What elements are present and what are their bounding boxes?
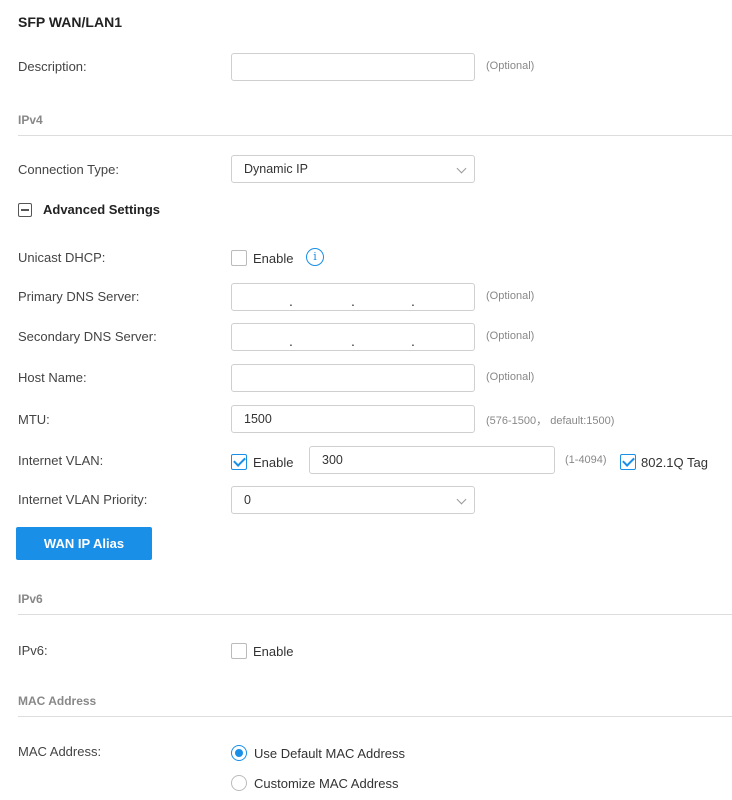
internet-vlan-label: Internet VLAN: [18,453,104,468]
advanced-settings-toggle[interactable]: Advanced Settings [43,202,160,217]
minus-square-icon[interactable] [18,203,32,217]
dot1q-tag-label: 802.1Q Tag [641,455,708,470]
ip-dot: . [351,293,355,309]
primary-dns-label: Primary DNS Server: [18,289,140,304]
ipv6-heading: IPv6 [18,592,43,606]
internet-vlan-enable-label: Enable [253,455,294,470]
host-name-input[interactable] [231,364,475,392]
mac-heading: MAC Address [18,694,97,708]
unicast-dhcp-label: Unicast DHCP: [18,250,106,265]
mtu-label: MTU: [18,412,50,427]
unicast-dhcp-checkbox[interactable] [231,250,247,266]
internet-vlan-checkbox[interactable] [231,454,247,470]
mac-default-radio[interactable] [231,745,247,761]
mac-default-label: Use Default MAC Address [254,746,406,761]
mac-divider [18,716,732,717]
ip-dot: . [289,293,293,309]
mtu-input[interactable]: 1500 [231,405,475,433]
internet-vlan-range-hint: (1-4094) [565,454,607,466]
primary-dns-hint: (Optional) [486,290,535,302]
vlan-priority-label: Internet VLAN Priority: [18,492,148,507]
ipv6-enable-checkbox[interactable] [231,643,247,659]
secondary-dns-input[interactable]: . . . [231,323,475,351]
connection-type-label: Connection Type: [18,162,119,177]
internet-vlan-id-input[interactable]: 300 [309,446,555,474]
host-name-hint: (Optional) [486,371,535,383]
connection-type-value: Dynamic IP [244,162,308,176]
mac-custom-radio[interactable] [231,775,247,791]
description-hint: (Optional) [486,60,535,72]
description-input[interactable] [231,53,475,81]
ipv6-enable-label: Enable [253,644,294,659]
mac-address-label: MAC Address: [18,744,102,759]
host-name-label: Host Name: [18,370,87,385]
ipv6-divider [18,614,732,615]
ip-dot: . [411,293,415,309]
page-title: SFP WAN/LAN1 [18,14,122,30]
description-label: Description: [18,59,87,74]
ip-dot: . [289,333,293,349]
info-icon[interactable]: i [306,248,324,266]
chevron-down-icon [456,163,467,174]
dot1q-tag-checkbox[interactable] [620,454,636,470]
ipv4-heading: IPv4 [18,113,43,127]
ip-dot: . [351,333,355,349]
secondary-dns-label: Secondary DNS Server: [18,329,157,344]
mac-custom-label: Customize MAC Address [254,776,399,791]
secondary-dns-hint: (Optional) [486,330,535,342]
mtu-hint: (576-1500， default:1500) [486,415,615,427]
connection-type-select[interactable]: Dynamic IP [231,155,475,183]
vlan-priority-value: 0 [244,493,251,507]
chevron-down-icon [456,494,467,505]
ip-dot: . [411,333,415,349]
primary-dns-input[interactable]: . . . [231,283,475,311]
ipv4-divider [18,135,732,136]
wan-ip-alias-button[interactable]: WAN IP Alias [16,527,152,560]
vlan-priority-select[interactable]: 0 [231,486,475,514]
unicast-dhcp-enable-label: Enable [253,251,294,266]
ipv6-label: IPv6: [18,643,48,658]
